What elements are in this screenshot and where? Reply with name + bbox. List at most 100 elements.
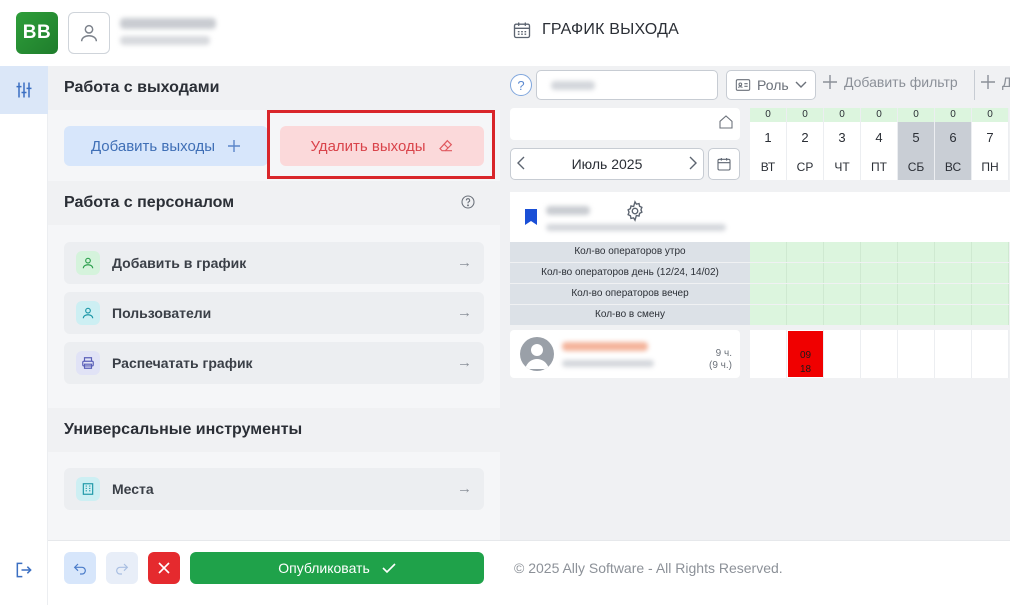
discard-button[interactable]: [148, 552, 180, 584]
employee-hours: 9 ч. (9 ч.): [709, 348, 732, 372]
menu-add-to-schedule[interactable]: Добавить в график →: [64, 242, 484, 284]
undo-button[interactable]: [64, 552, 96, 584]
date-picker-button[interactable]: [708, 148, 740, 180]
schedule-cell[interactable]: 09 18: [787, 330, 824, 378]
shift-block[interactable]: 09 18: [788, 331, 823, 377]
day-of-week: ПТ: [871, 160, 887, 174]
day-number: 5: [912, 130, 920, 145]
plus-icon: [228, 140, 241, 152]
prev-month-button[interactable]: [517, 156, 525, 173]
stat-cells: [750, 263, 1010, 283]
bookmark-icon[interactable]: [524, 208, 538, 231]
next-month-button[interactable]: [689, 156, 697, 173]
day-column-weekend[interactable]: 0 6 ВС: [935, 108, 972, 180]
avatar: [520, 337, 554, 371]
shift-start: 09: [799, 350, 812, 361]
shifts-section-title: Работа с выходами: [48, 66, 500, 110]
undo-icon: [73, 563, 86, 575]
employee-name-redacted: [562, 342, 648, 351]
add-filter-button-2[interactable]: Д: [980, 74, 1010, 90]
menu-print-schedule-label: Распечатать график: [112, 355, 253, 371]
bottom-action-bar: Опубликовать © 2025 Ally Software - All …: [48, 540, 1010, 605]
printer-icon: [76, 351, 100, 375]
day-count: 0: [972, 108, 1008, 122]
id-card-icon: [735, 79, 751, 91]
user-avatar-button[interactable]: [68, 12, 110, 54]
day-column[interactable]: 0 2 СР: [787, 108, 824, 180]
role-select-label: Роль: [757, 77, 789, 93]
home-icon[interactable]: [718, 114, 734, 135]
stat-cells: [750, 305, 1010, 325]
stats-table: Кол-во операторов утро Кол-во операторов…: [510, 242, 1010, 326]
stat-row: Кол-во в смену: [510, 305, 1010, 326]
help-circle-icon[interactable]: ?: [510, 74, 532, 96]
gear-icon[interactable]: [624, 200, 646, 227]
day-number: 1: [764, 130, 772, 145]
day-count: 0: [787, 108, 823, 122]
app-logo[interactable]: BB: [16, 12, 58, 54]
day-number: 3: [838, 130, 846, 145]
arrow-right-icon: →: [457, 304, 472, 321]
chevron-left-icon: [517, 156, 525, 169]
search-input[interactable]: [536, 70, 718, 100]
arrow-right-icon: →: [457, 254, 472, 271]
calendar-icon: [513, 22, 531, 39]
calendar-header-blank: [510, 108, 740, 140]
shift-end: 18: [799, 364, 812, 375]
add-filter-button[interactable]: Добавить фильтр: [822, 74, 958, 90]
schedule-cell[interactable]: [750, 330, 787, 378]
menu-print-schedule[interactable]: Распечатать график →: [64, 342, 484, 384]
add-shifts-button[interactable]: Добавить выходы: [64, 126, 268, 166]
day-column[interactable]: 0 3 ЧТ: [824, 108, 861, 180]
schedule-cell[interactable]: [861, 330, 898, 378]
schedule-cell[interactable]: [898, 330, 935, 378]
schedule-cell[interactable]: [935, 330, 972, 378]
stat-label: Кол-во операторов утро: [510, 242, 750, 262]
day-count: 0: [935, 108, 971, 122]
logout-icon: [16, 562, 32, 578]
day-of-week: ВТ: [760, 160, 776, 174]
schedule-cell[interactable]: [972, 330, 1009, 378]
staff-section-title: Работа с персоналом: [64, 194, 235, 211]
sliders-icon: [16, 82, 32, 98]
menu-add-to-schedule-label: Добавить в график: [112, 255, 247, 271]
redo-button[interactable]: [106, 552, 138, 584]
schedule-area: ? Роль Добавить фильтр Д Июль 2025 0 1 В…: [500, 66, 1010, 540]
menu-places[interactable]: Места →: [64, 468, 484, 510]
stat-row: Кол-во операторов день (12/24, 14/02): [510, 263, 1010, 284]
settings-sliders-button[interactable]: [0, 66, 48, 114]
role-select[interactable]: Роль: [726, 70, 816, 100]
publish-label: Опубликовать: [278, 560, 370, 576]
add-filter-label-2: Д: [1002, 74, 1010, 90]
day-of-week: СБ: [907, 160, 925, 174]
hours-planned: (9 ч.): [709, 360, 732, 371]
day-column[interactable]: 0 1 ВТ: [750, 108, 787, 180]
employee-role-redacted: [562, 360, 654, 367]
search-value-redacted: [551, 81, 595, 90]
chevron-down-icon: [795, 81, 807, 88]
schedule-cell[interactable]: [824, 330, 861, 378]
menu-users-label: Пользователи: [112, 305, 212, 321]
user-add-icon: [76, 251, 100, 275]
day-column[interactable]: 0 7 ПН: [972, 108, 1009, 180]
help-icon[interactable]: [460, 194, 476, 215]
add-filter-label: Добавить фильтр: [844, 74, 958, 90]
arrow-right-icon: →: [457, 354, 472, 371]
day-number: 2: [801, 130, 809, 145]
publish-button[interactable]: Опубликовать: [190, 552, 484, 584]
hours-actual: 9 ч.: [715, 348, 732, 359]
day-header-row: 0 1 ВТ 0 2 СР 0 3 ЧТ 0 4 ПТ 0 5 СБ 0 6 В…: [750, 108, 1010, 180]
copyright-text: © 2025 Ally Software - All Rights Reserv…: [514, 560, 783, 576]
menu-users[interactable]: Пользователи →: [64, 292, 484, 334]
stat-label: Кол-во операторов день (12/24, 14/02): [510, 263, 750, 283]
plus-icon: [981, 75, 995, 89]
filter-bar: ? Роль Добавить фильтр Д: [500, 66, 1010, 106]
employee-row[interactable]: 9 ч. (9 ч.): [510, 330, 740, 378]
day-of-week: СР: [796, 160, 814, 174]
calendar-icon: [717, 158, 731, 171]
day-column-weekend[interactable]: 0 5 СБ: [898, 108, 935, 180]
day-count: 0: [898, 108, 934, 122]
day-column[interactable]: 0 4 ПТ: [861, 108, 898, 180]
redo-icon: [116, 563, 129, 575]
logout-button[interactable]: [14, 560, 34, 585]
